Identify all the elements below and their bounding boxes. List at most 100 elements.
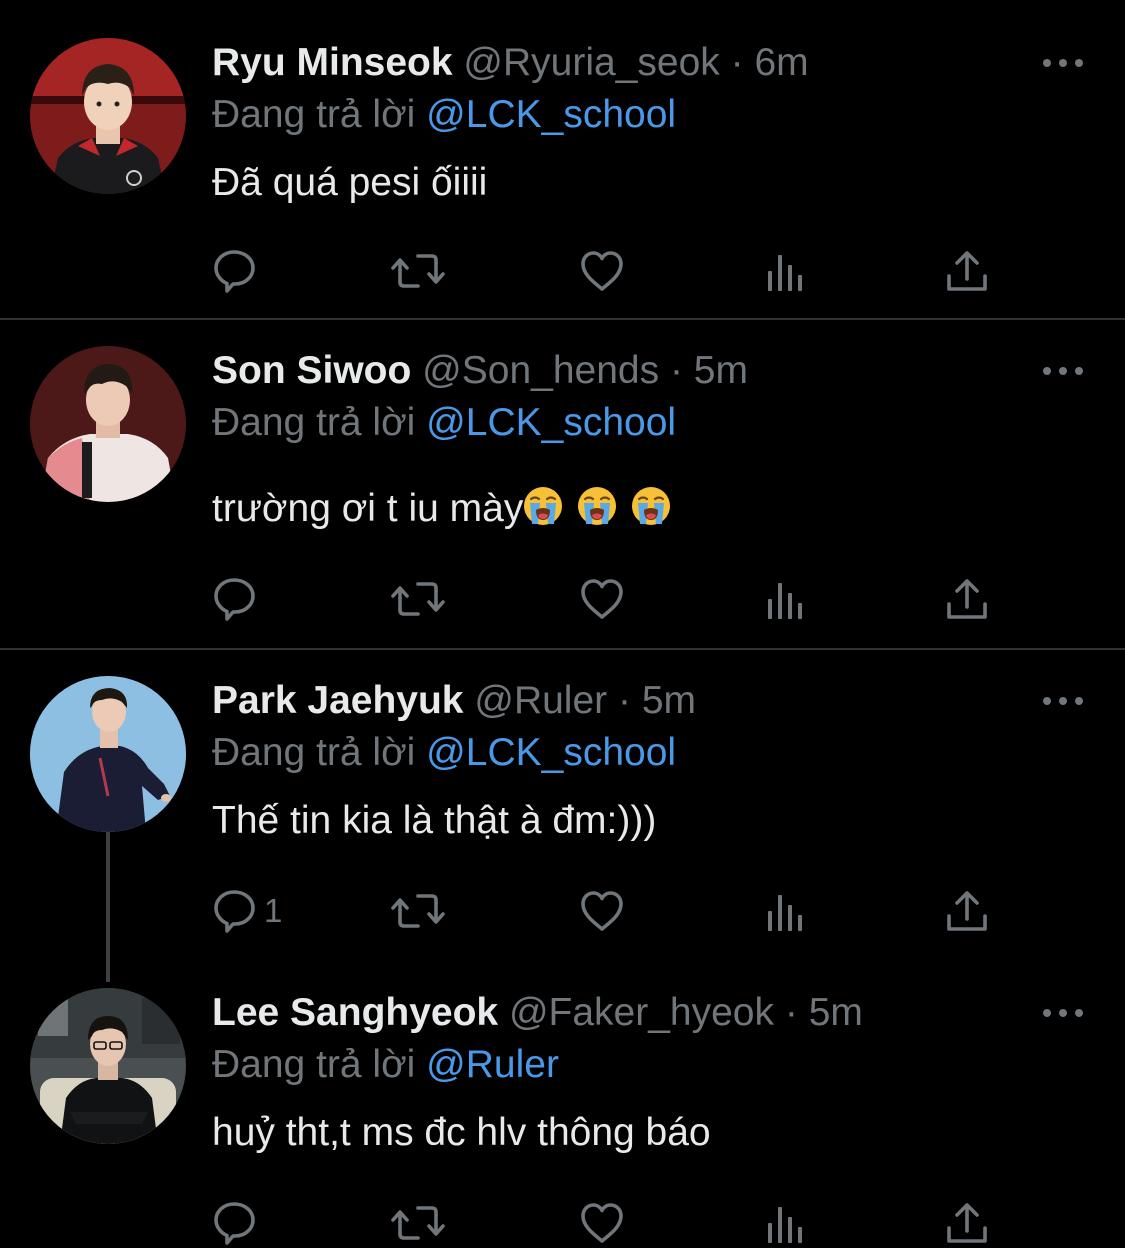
crying-face-emoji-icon	[577, 485, 618, 527]
tweet-header: Lee Sanghyeok @Faker_hyeok · 5m	[212, 988, 863, 1038]
separator-dot: ·	[730, 41, 744, 84]
reply-icon	[214, 1200, 258, 1246]
more-icon[interactable]	[1041, 688, 1085, 714]
views-button[interactable]	[766, 246, 804, 296]
share-icon	[946, 1201, 988, 1245]
heart-icon	[580, 577, 624, 621]
reply-icon	[214, 248, 258, 294]
share-button[interactable]	[946, 574, 988, 624]
avatar[interactable]	[30, 346, 186, 502]
tweet-text-content: Đã quá pesi ốiiii	[212, 161, 488, 204]
more-icon[interactable]	[1041, 1000, 1085, 1026]
display-name[interactable]: Ryu Minseok	[212, 41, 453, 84]
share-icon	[946, 577, 988, 621]
avatar[interactable]	[30, 38, 186, 194]
views-icon	[766, 889, 804, 933]
views-icon	[766, 1201, 804, 1245]
replying-to: Đang trả lời @LCK_school	[212, 728, 676, 778]
views-button[interactable]	[766, 1198, 804, 1248]
retweet-button[interactable]	[390, 1198, 446, 1248]
like-button[interactable]	[580, 1198, 624, 1248]
replying-to-handle[interactable]: @LCK_school	[426, 401, 676, 444]
views-button[interactable]	[766, 886, 804, 936]
reply-icon	[214, 576, 258, 622]
user-handle[interactable]: @Son_hends	[422, 349, 659, 392]
heart-icon	[580, 1201, 624, 1245]
timestamp[interactable]: 5m	[642, 679, 696, 722]
like-button[interactable]	[580, 246, 624, 296]
separator-dot: ·	[784, 991, 798, 1034]
display-name[interactable]: Son Siwoo	[212, 349, 411, 392]
tweet-header: Son Siwoo @Son_hends · 5m	[212, 346, 748, 396]
retweet-icon	[390, 577, 446, 621]
views-icon	[766, 249, 804, 293]
separator-dot: ·	[669, 349, 683, 392]
display-name[interactable]: Lee Sanghyeok	[212, 991, 498, 1034]
like-button[interactable]	[580, 886, 624, 936]
crying-face-emoji-icon	[631, 485, 672, 527]
retweet-button[interactable]	[390, 246, 446, 296]
retweet-icon	[390, 1201, 446, 1245]
more-icon[interactable]	[1041, 358, 1085, 384]
views-button[interactable]	[766, 574, 804, 624]
replying-to-handle[interactable]: @Ruler	[426, 1043, 559, 1086]
reply-count: 1	[264, 892, 283, 929]
reply-button[interactable]	[214, 574, 264, 624]
replying-to-label: Đang trả lời	[212, 731, 416, 774]
replying-to-handle[interactable]: @LCK_school	[426, 731, 676, 774]
retweet-button[interactable]	[390, 574, 446, 624]
tweet-header: Ryu Minseok @Ryuria_seok · 6m	[212, 38, 809, 88]
tweet-text: Đã quá pesi ốiiii	[212, 158, 487, 208]
timestamp[interactable]: 5m	[694, 349, 748, 392]
tweet-actions	[212, 1198, 1012, 1248]
replying-to-label: Đang trả lời	[212, 93, 416, 136]
reply-icon	[214, 888, 258, 934]
share-icon	[946, 889, 988, 933]
crying-face-emoji-icon	[523, 485, 564, 527]
replying-to: Đang trả lời @Ruler	[212, 1040, 559, 1090]
replying-to-label: Đang trả lời	[212, 401, 416, 444]
more-icon[interactable]	[1041, 50, 1085, 76]
divider	[0, 648, 1125, 650]
user-handle[interactable]: @Ryuria_seok	[463, 41, 719, 84]
replying-to: Đang trả lời @LCK_school	[212, 398, 676, 448]
user-handle[interactable]: @Faker_hyeok	[509, 991, 774, 1034]
reply-button[interactable]	[214, 1198, 264, 1248]
tweet-text: Thế tin kia là thật à đm:)))	[212, 796, 656, 846]
like-button[interactable]	[580, 574, 624, 624]
retweet-icon	[390, 249, 446, 293]
tweet-text: huỷ tht,t ms đc hlv thông báo	[212, 1108, 711, 1158]
tweet-text-content: Thế tin kia là thật à đm:)))	[212, 799, 657, 842]
tweet-actions	[212, 574, 1012, 624]
heart-icon	[580, 249, 624, 293]
display-name[interactable]: Park Jaehyuk	[212, 679, 464, 722]
separator-dot: ·	[618, 679, 631, 722]
share-button[interactable]	[946, 246, 988, 296]
reply-button[interactable]	[214, 246, 264, 296]
avatar[interactable]	[30, 988, 186, 1144]
avatar[interactable]	[30, 676, 186, 832]
views-icon	[766, 577, 804, 621]
retweet-button[interactable]	[390, 886, 446, 936]
tweet-actions: 1	[212, 886, 1012, 936]
tweet-text: trường ơi t iu mày	[212, 484, 672, 534]
share-button[interactable]	[946, 886, 988, 936]
replying-to-handle[interactable]: @LCK_school	[426, 93, 676, 136]
retweet-icon	[390, 889, 446, 933]
tweet-actions	[212, 246, 1012, 296]
share-button[interactable]	[946, 1198, 988, 1248]
tweet-header: Park Jaehyuk @Ruler · 5m	[212, 676, 696, 726]
timestamp[interactable]: 6m	[754, 41, 808, 84]
timestamp[interactable]: 5m	[809, 991, 863, 1034]
tweet-text-content: huỷ tht,t ms đc hlv thông báo	[212, 1111, 711, 1154]
tweet-text-content: trường ơi t iu mày	[212, 487, 524, 530]
replying-to-label: Đang trả lời	[212, 1043, 416, 1086]
reply-button[interactable]: 1	[214, 886, 282, 936]
heart-icon	[580, 889, 624, 933]
thread-connector	[106, 832, 110, 982]
divider	[0, 318, 1125, 320]
share-icon	[946, 249, 988, 293]
user-handle[interactable]: @Ruler	[474, 679, 607, 722]
replying-to: Đang trả lời @LCK_school	[212, 90, 676, 140]
emoji-group	[523, 485, 672, 530]
